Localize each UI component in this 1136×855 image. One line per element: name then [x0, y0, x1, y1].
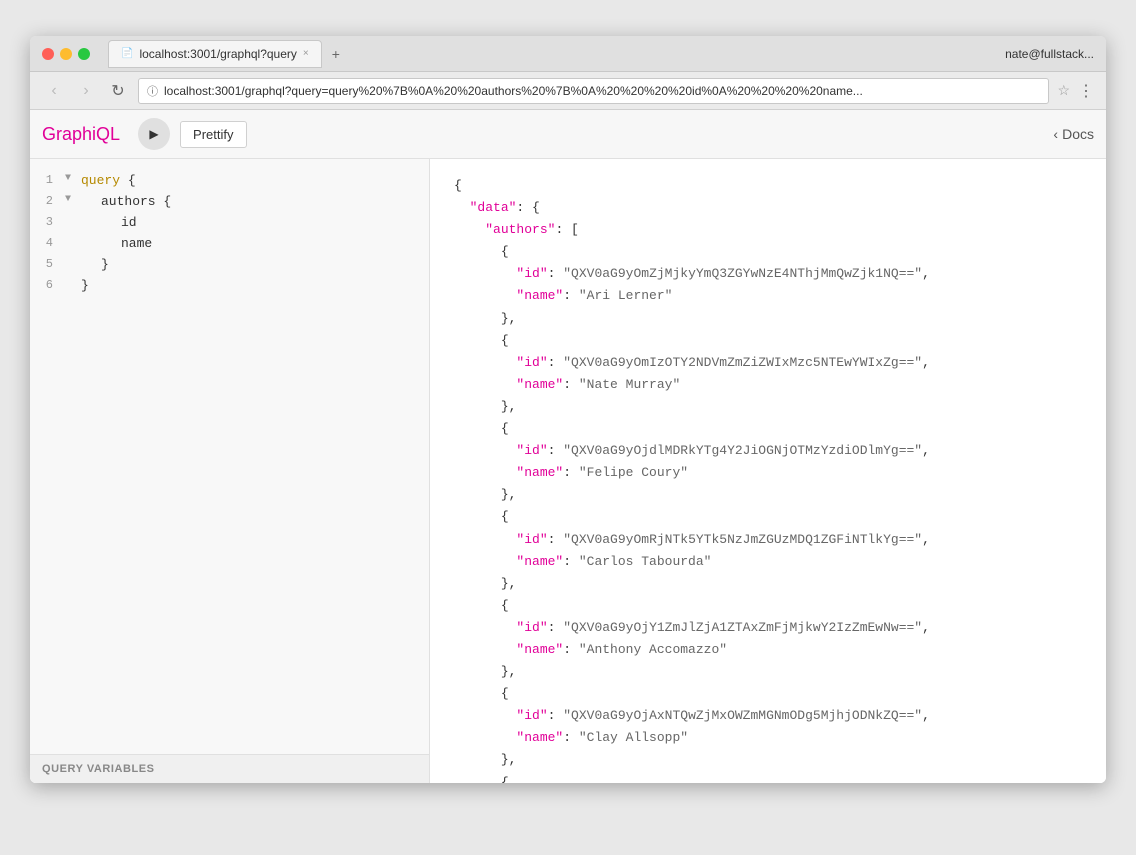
traffic-lights	[42, 48, 90, 60]
run-button[interactable]: ▶	[138, 118, 170, 150]
address-text: localhost:3001/graphql?query=query%20%7B…	[164, 84, 863, 98]
result-author-4-close: },	[454, 573, 1090, 595]
forward-button[interactable]: ›	[74, 79, 98, 103]
result-author-1-open: {	[454, 241, 1090, 263]
result-panel: { "data": { "authors": [ { "id": "QXV0aG…	[430, 159, 1106, 783]
result-author-6-name: "name": "Clay Allsopp"	[454, 727, 1090, 749]
result-author-4-id: "id": "QXV0aG9yOmRjNTk5YTk5NzJmZGUzMDQ1Z…	[454, 529, 1090, 551]
close-button[interactable]	[42, 48, 54, 60]
tab-label: localhost:3001/graphql?query	[139, 47, 296, 61]
fold-arrow-1: ▼	[65, 171, 81, 187]
result-author-3-close: },	[454, 484, 1090, 506]
result-line-data-key: "data": {	[454, 197, 1090, 219]
result-author-2-close: },	[454, 396, 1090, 418]
minimize-button[interactable]	[60, 48, 72, 60]
prettify-button[interactable]: Prettify	[180, 121, 246, 148]
graphiql-app: GraphiQL ▶ Prettify ‹ Docs 1 ▼ query {	[30, 110, 1106, 783]
title-bar: 📄 localhost:3001/graphql?query × + nate@…	[30, 36, 1106, 72]
result-author-5-open: {	[454, 595, 1090, 617]
code-content-2: authors {	[81, 192, 429, 213]
code-line-1: 1 ▼ query {	[30, 171, 429, 192]
code-line-3: 3 id	[30, 213, 429, 234]
tab-area: 📄 localhost:3001/graphql?query × +	[108, 40, 997, 68]
editor-area[interactable]: 1 ▼ query { 2 ▼ authors { 3 id	[30, 159, 429, 754]
code-editor: 1 ▼ query { 2 ▼ authors { 3 id	[30, 159, 429, 754]
lock-icon: ⓘ	[147, 83, 158, 99]
result-author-4-name: "name": "Carlos Tabourda"	[454, 551, 1090, 573]
code-content-3: id	[81, 213, 429, 234]
address-field[interactable]: ⓘ localhost:3001/graphql?query=query%20%…	[138, 78, 1049, 104]
code-content-5: }	[81, 255, 429, 276]
line-number-6: 6	[30, 276, 65, 295]
bookmark-button[interactable]: ☆	[1057, 82, 1070, 99]
more-menu-button[interactable]: ⋮	[1078, 81, 1094, 101]
code-content-4: name	[81, 234, 429, 255]
result-author-2-open: {	[454, 330, 1090, 352]
address-bar: ‹ › ↻ ⓘ localhost:3001/graphql?query=que…	[30, 72, 1106, 110]
code-line-6: 6 }	[30, 276, 429, 297]
result-author-5-name: "name": "Anthony Accomazzo"	[454, 639, 1090, 661]
result-author-5-close: },	[454, 661, 1090, 683]
code-content-6: }	[81, 276, 429, 297]
result-author-2-id: "id": "QXV0aG9yOmIzOTY2NDVmZmZiZWIxMzc5N…	[454, 352, 1090, 374]
result-author-1-id: "id": "QXV0aG9yOmZjMjkyYmQ3ZGYwNzE4NThjM…	[454, 263, 1090, 285]
browser-window: 📄 localhost:3001/graphql?query × + nate@…	[30, 36, 1106, 783]
result-content: { "data": { "authors": [ { "id": "QXV0aG…	[430, 171, 1106, 783]
result-author-4-open: {	[454, 506, 1090, 528]
result-author-2-name: "name": "Nate Murray"	[454, 374, 1090, 396]
result-author-1-name: "name": "Ari Lerner"	[454, 285, 1090, 307]
active-tab[interactable]: 📄 localhost:3001/graphql?query ×	[108, 40, 322, 68]
refresh-button[interactable]: ↻	[106, 79, 130, 103]
code-line-4: 4 name	[30, 234, 429, 255]
fold-arrow-2: ▼	[65, 192, 81, 208]
line-number-1: 1	[30, 171, 65, 190]
code-line-5: 5 }	[30, 255, 429, 276]
tab-close-button[interactable]: ×	[303, 48, 309, 59]
query-variables-bar[interactable]: QUERY VARIABLES	[30, 754, 429, 783]
line-number-2: 2	[30, 192, 65, 211]
graphiql-toolbar: GraphiQL ▶ Prettify ‹ Docs	[30, 110, 1106, 159]
tab-page-icon: 📄	[121, 48, 133, 59]
result-author-3-open: {	[454, 418, 1090, 440]
user-info: nate@fullstack...	[1005, 47, 1094, 61]
result-author-3-id: "id": "QXV0aG9yOjdlMDRkYTg4Y2JiOGNjOTMzY…	[454, 440, 1090, 462]
result-author-6-id: "id": "QXV0aG9yOjAxNTQwZjMxOWZmMGNmODg5M…	[454, 705, 1090, 727]
back-button[interactable]: ‹	[42, 79, 66, 103]
maximize-button[interactable]	[78, 48, 90, 60]
result-line-authors-key: "authors": [	[454, 219, 1090, 241]
result-author-6-open: {	[454, 683, 1090, 705]
result-author-7-open: {	[454, 772, 1090, 783]
editor-panel: 1 ▼ query { 2 ▼ authors { 3 id	[30, 159, 430, 783]
line-number-4: 4	[30, 234, 65, 253]
code-line-2: 2 ▼ authors {	[30, 192, 429, 213]
docs-button[interactable]: ‹ Docs	[1053, 126, 1094, 142]
result-author-1-close: },	[454, 308, 1090, 330]
chevron-left-icon: ‹	[1053, 126, 1058, 142]
graphiql-logo: GraphiQL	[42, 124, 120, 145]
result-author-6-close: },	[454, 749, 1090, 771]
new-tab-button[interactable]: +	[326, 44, 346, 64]
line-number-3: 3	[30, 213, 65, 232]
result-line-open-brace: {	[454, 175, 1090, 197]
line-number-5: 5	[30, 255, 65, 274]
graphiql-content: 1 ▼ query { 2 ▼ authors { 3 id	[30, 159, 1106, 783]
result-author-5-id: "id": "QXV0aG9yOjY1ZmJlZjA1ZTAxZmFjMjkwY…	[454, 617, 1090, 639]
code-content-1: query {	[81, 171, 429, 192]
result-author-3-name: "name": "Felipe Coury"	[454, 462, 1090, 484]
